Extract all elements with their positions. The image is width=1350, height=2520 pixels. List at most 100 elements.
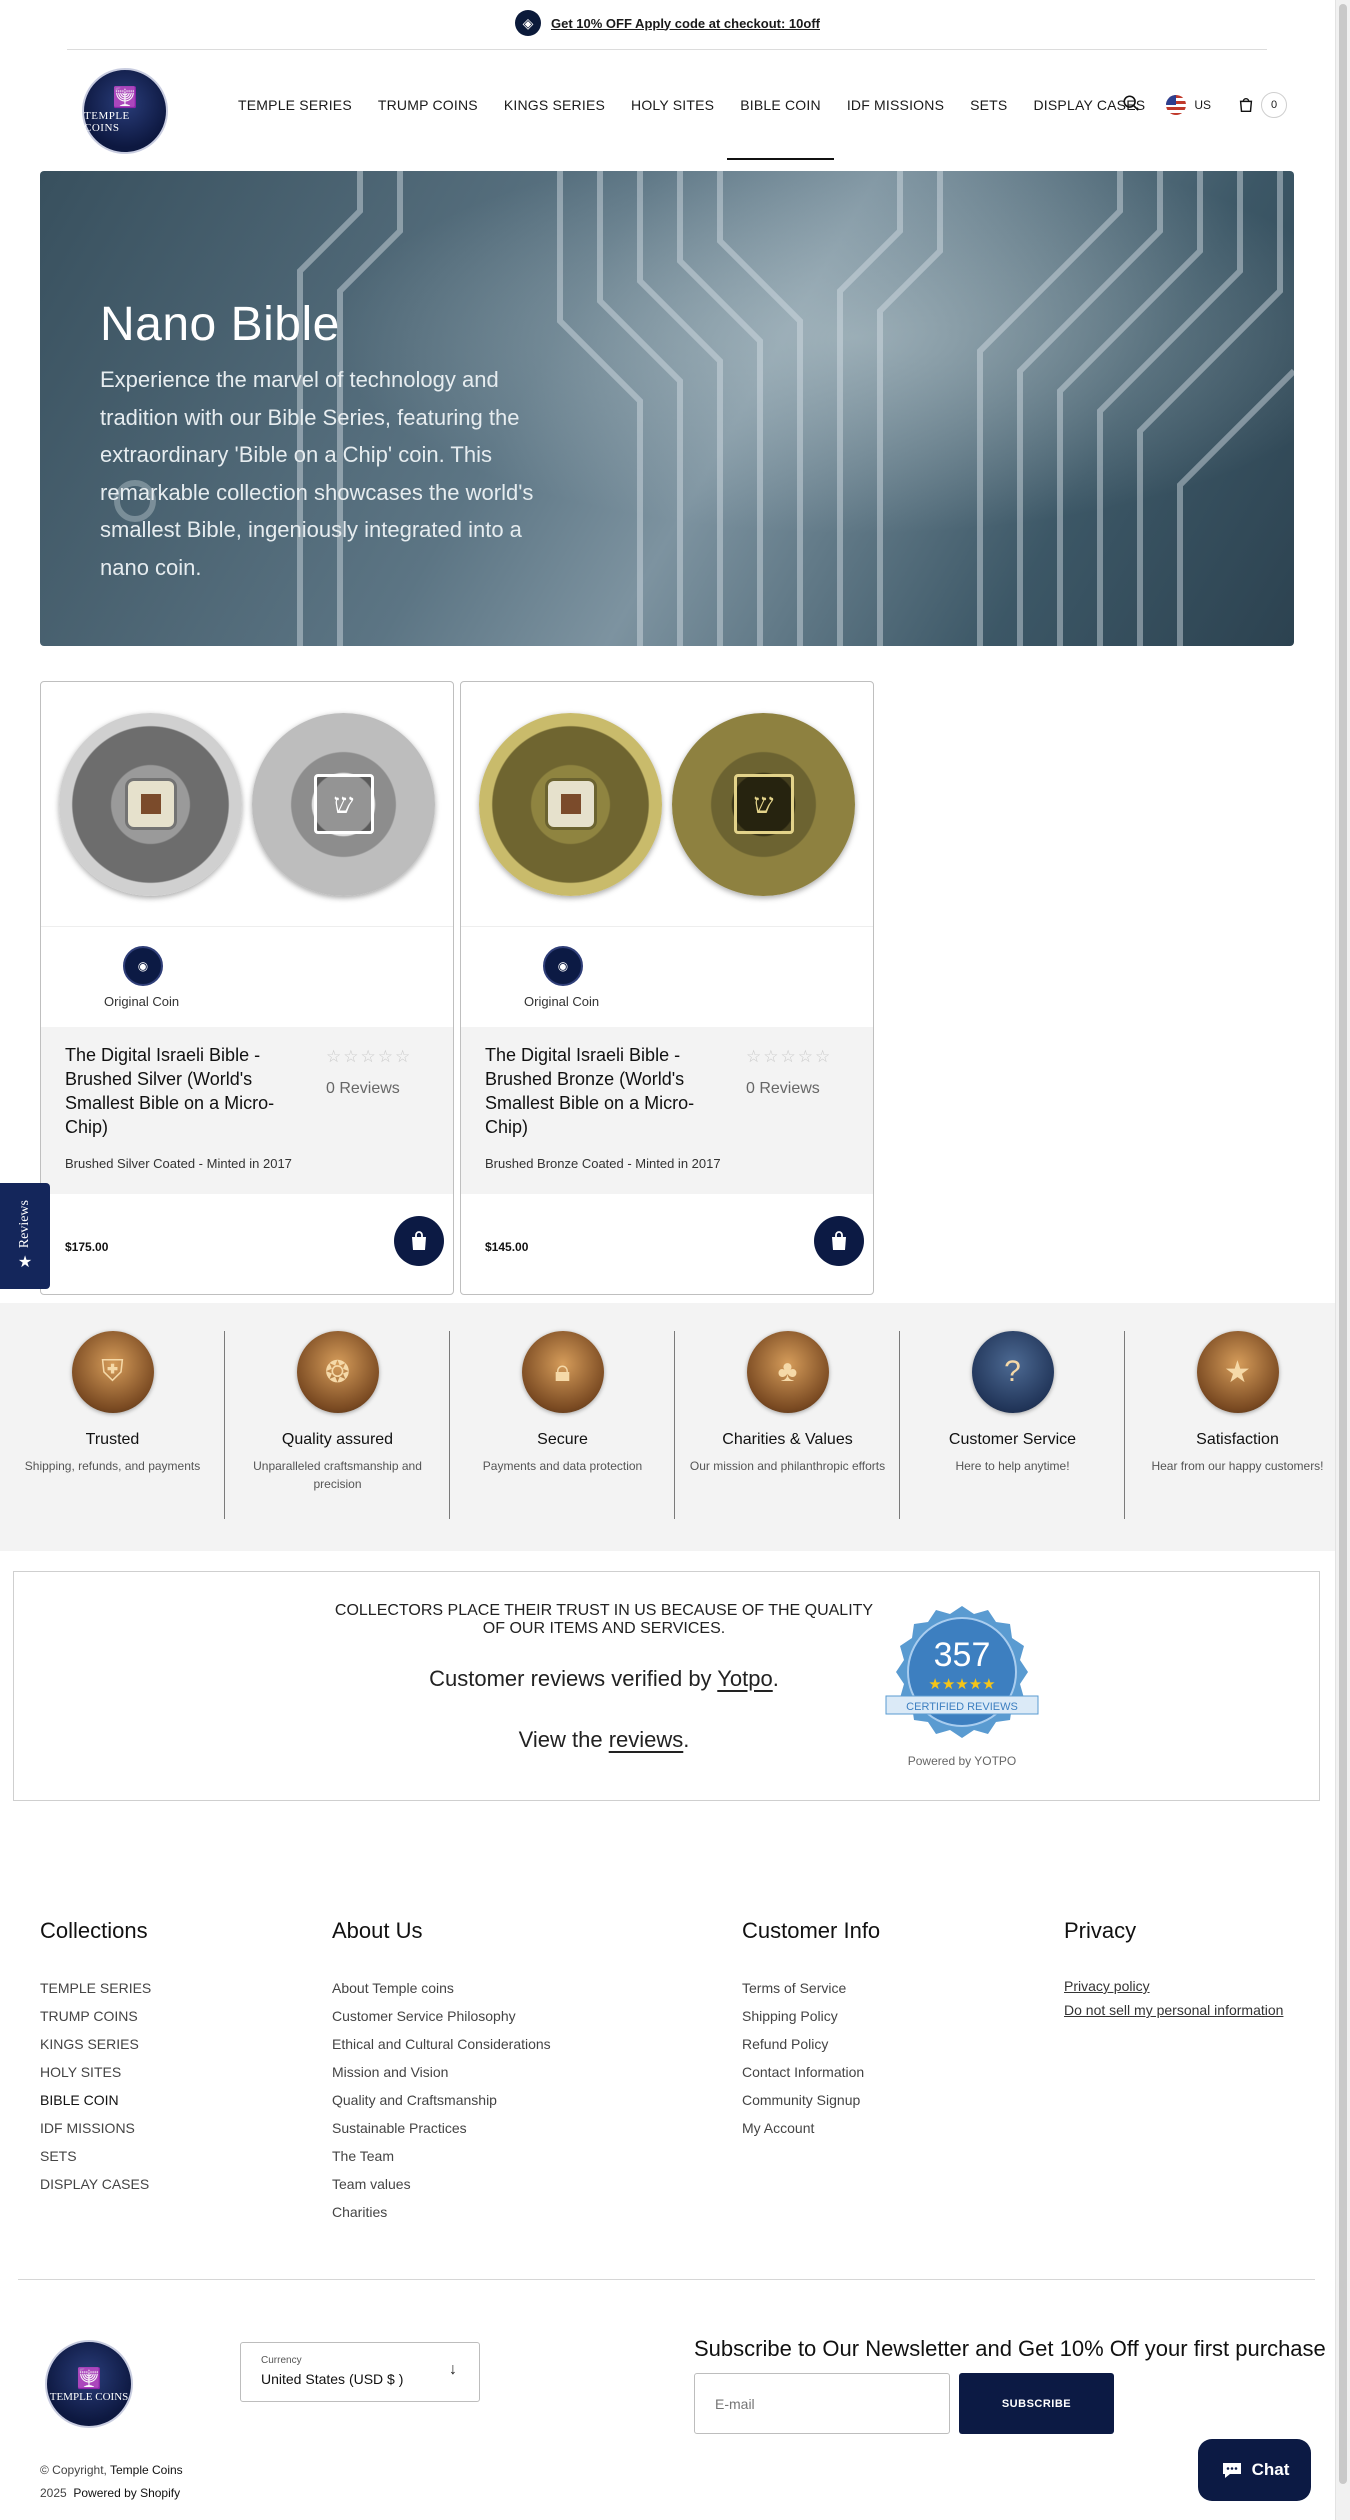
reviews-side-tab[interactable]: Reviews ★ bbox=[0, 1183, 50, 1289]
chat-label: Chat bbox=[1251, 2460, 1290, 2479]
reviews-link[interactable]: reviews bbox=[609, 1727, 684, 1752]
trust-statement: COLLECTORS PLACE THEIR TRUST IN US BECAU… bbox=[334, 1602, 874, 1637]
arrow-down-icon: ↓ bbox=[449, 2361, 457, 2378]
footer-link[interactable]: Team values bbox=[332, 2170, 551, 2198]
footer-link[interactable]: Customer Service Philosophy bbox=[332, 2002, 551, 2030]
nav-item-idf-missions[interactable]: IDF MISSIONS bbox=[834, 50, 957, 160]
nav-item-holy-sites[interactable]: HOLY SITES bbox=[618, 50, 727, 160]
do-not-sell-link[interactable]: Do not sell my personal information bbox=[1064, 1998, 1283, 2022]
seal-label: CERTIFIED REVIEWS bbox=[906, 1701, 1018, 1713]
footer-link[interactable]: BIBLE COIN bbox=[40, 2086, 151, 2114]
footer-link[interactable]: IDF MISSIONS bbox=[40, 2114, 151, 2142]
footer-link[interactable]: Mission and Vision bbox=[332, 2058, 551, 2086]
add-to-cart-button[interactable] bbox=[814, 1216, 864, 1266]
footer-link[interactable]: Charities bbox=[332, 2198, 551, 2226]
footer-heading: Collections bbox=[40, 1918, 148, 1943]
certified-reviews-seal[interactable]: CERTIFIED REVIEWS 357 ★★★★★ Powered by Y… bbox=[882, 1604, 1039, 1768]
cart-icon bbox=[1239, 98, 1253, 113]
feature-desc: Shipping, refunds, and payments bbox=[24, 1459, 201, 1473]
footer-link[interactable]: Quality and Craftsmanship bbox=[332, 2086, 551, 2114]
coin-back-image: ש bbox=[672, 712, 855, 896]
feature-desc: Payments and data protection bbox=[482, 1459, 643, 1473]
feature-secure[interactable]: 🔒︎ Secure Payments and data protection bbox=[450, 1331, 675, 1519]
feature-title: Trusted bbox=[85, 1431, 140, 1448]
footer-link[interactable]: TRUMP COINS bbox=[40, 2002, 151, 2030]
gift-icon: ◈ bbox=[515, 10, 542, 36]
chat-button[interactable]: Chat bbox=[1198, 2439, 1311, 2501]
star-icon: ★ bbox=[17, 1254, 33, 1272]
seal-count: 357 bbox=[934, 1636, 991, 1674]
brand-link[interactable]: Temple Coins bbox=[110, 2463, 183, 2477]
email-field[interactable] bbox=[694, 2373, 950, 2434]
footer-link[interactable]: Refund Policy bbox=[742, 2030, 880, 2058]
nav-item-bible-coin[interactable]: BIBLE COIN bbox=[727, 50, 834, 160]
copyright-year: 2025 bbox=[40, 2486, 67, 2500]
nav-item-kings-series[interactable]: KINGS SERIES bbox=[491, 50, 618, 160]
product-card[interactable]: ש ◉ Original Coin The Digital Israeli Bi… bbox=[460, 681, 874, 1295]
feature-quality[interactable]: ❂ Quality assured Unparalleled craftsman… bbox=[225, 1331, 450, 1519]
feature-trusted[interactable]: ⛨ Trusted Shipping, refunds, and payment… bbox=[0, 1331, 225, 1519]
tree-icon: ♣ bbox=[746, 1331, 829, 1413]
privacy-policy-link[interactable]: Privacy policy bbox=[1064, 1974, 1283, 1998]
nav-item-sets[interactable]: SETS bbox=[957, 50, 1020, 160]
site-header: 🕎 TEMPLE COINS TEMPLE SERIES TRUMP COINS… bbox=[0, 50, 1335, 160]
feature-desc: Hear from our happy customers! bbox=[1151, 1459, 1324, 1473]
footer-link[interactable]: Sustainable Practices bbox=[332, 2114, 551, 2142]
product-image[interactable]: ש bbox=[41, 682, 453, 927]
product-title[interactable]: The Digital Israeli Bible - Brushed Bron… bbox=[485, 1043, 717, 1139]
headset-icon: ? bbox=[971, 1331, 1054, 1413]
announcement-text[interactable]: Get 10% OFF Apply code at checkout: 10of… bbox=[551, 16, 820, 31]
logo[interactable]: 🕎 TEMPLE COINS bbox=[82, 68, 168, 154]
chip-icon: ◉ bbox=[123, 945, 163, 986]
currency-selector[interactable]: Currency United States (USD $ ) ↓ bbox=[240, 2342, 480, 2402]
product-subtitle: Brushed Bronze Coated - Minted in 2017 bbox=[485, 1156, 721, 1171]
scrollbar[interactable] bbox=[1335, 0, 1350, 2520]
footer-heading: Privacy bbox=[1064, 1918, 1137, 1943]
verified-prefix: Customer reviews verified by bbox=[429, 1666, 718, 1691]
product-image[interactable]: ש bbox=[461, 682, 873, 927]
badge-label: Original Coin bbox=[104, 993, 180, 1009]
yotpo-reviews-widget: COLLECTORS PLACE THEIR TRUST IN US BECAU… bbox=[13, 1571, 1320, 1801]
scrollbar-thumb[interactable] bbox=[1339, 4, 1347, 2484]
copyright: © Copyright, Temple Coins 2025 Powered b… bbox=[40, 2459, 183, 2505]
footer-link[interactable]: KINGS SERIES bbox=[40, 2030, 151, 2058]
footer-link[interactable]: Ethical and Cultural Considerations bbox=[332, 2030, 551, 2058]
review-count[interactable]: 0 Reviews bbox=[326, 1080, 400, 1098]
announcement-bar[interactable]: ◈ Get 10% OFF Apply code at checkout: 10… bbox=[0, 0, 1335, 46]
shopping-bag-icon bbox=[832, 1231, 846, 1250]
footer-link[interactable]: SETS bbox=[40, 2142, 151, 2170]
search-icon[interactable] bbox=[1122, 94, 1140, 117]
yotpo-link[interactable]: Yotpo bbox=[717, 1666, 772, 1691]
nav-item-temple-series[interactable]: TEMPLE SERIES bbox=[238, 50, 365, 160]
country-selector[interactable]: US bbox=[1166, 95, 1211, 115]
footer-link[interactable]: DISPLAY CASES bbox=[40, 2170, 151, 2198]
copyright-prefix: © Copyright, bbox=[40, 2463, 110, 2477]
add-to-cart-button[interactable] bbox=[394, 1216, 444, 1266]
footer-link[interactable]: Community Signup bbox=[742, 2086, 880, 2114]
review-count[interactable]: 0 Reviews bbox=[746, 1080, 820, 1098]
cart-button[interactable]: 0 bbox=[1237, 92, 1287, 118]
product-title[interactable]: The Digital Israeli Bible - Brushed Silv… bbox=[65, 1043, 297, 1139]
shopping-bag-icon bbox=[412, 1231, 426, 1250]
footer-link[interactable]: TEMPLE SERIES bbox=[40, 1974, 151, 2002]
product-price: $145.00 bbox=[485, 1240, 529, 1254]
footer-link[interactable]: Contact Information bbox=[742, 2058, 880, 2086]
logo-text: TEMPLE COINS bbox=[84, 110, 130, 134]
star-rating[interactable]: ☆☆☆☆☆ bbox=[326, 1047, 412, 1067]
feature-satisfaction[interactable]: ★ Satisfaction Hear from our happy custo… bbox=[1125, 1331, 1350, 1519]
feature-title: Secure bbox=[537, 1431, 588, 1448]
powered-by-shopify-link[interactable]: Powered by Shopify bbox=[73, 2486, 180, 2500]
nav-item-trump-coins[interactable]: TRUMP COINS bbox=[365, 50, 491, 160]
footer-logo[interactable]: 🕎 TEMPLE COINS bbox=[45, 2340, 133, 2428]
subscribe-button[interactable]: SUBSCRIBE bbox=[959, 2373, 1114, 2434]
footer-link[interactable]: HOLY SITES bbox=[40, 2058, 151, 2086]
product-card[interactable]: ש ◉ Original Coin The Digital Israeli Bi… bbox=[40, 681, 454, 1295]
feature-charities[interactable]: ♣ Charities & Values Our mission and phi… bbox=[675, 1331, 900, 1519]
footer-link[interactable]: Terms of Service bbox=[742, 1974, 880, 2002]
feature-customer-service[interactable]: ? Customer Service Here to help anytime! bbox=[900, 1331, 1125, 1519]
footer-link[interactable]: Shipping Policy bbox=[742, 2002, 880, 2030]
star-rating[interactable]: ☆☆☆☆☆ bbox=[746, 1047, 832, 1067]
footer-link[interactable]: My Account bbox=[742, 2114, 880, 2142]
footer-link[interactable]: The Team bbox=[332, 2142, 551, 2170]
footer-link[interactable]: About Temple coins bbox=[332, 1974, 551, 2002]
